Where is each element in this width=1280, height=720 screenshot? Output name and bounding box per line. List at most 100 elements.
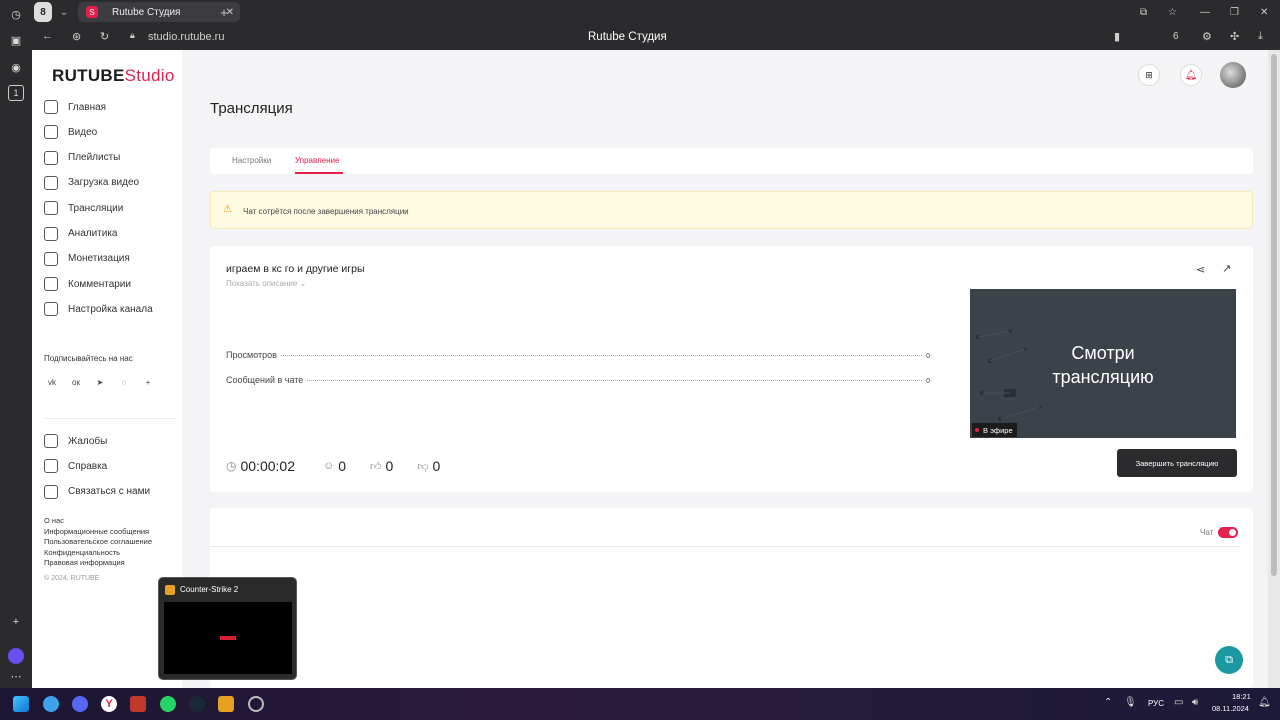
page-scrollbar[interactable] — [1268, 50, 1280, 688]
whatsapp-icon[interactable] — [160, 696, 176, 712]
rutube-studio-logo[interactable]: RUTUBEStudio — [52, 66, 175, 86]
footer-link[interactable]: Информационные сообщения — [44, 527, 149, 536]
obs-icon[interactable] — [248, 696, 264, 712]
extensions-icon[interactable]: ✣ — [1230, 30, 1239, 43]
microphone-icon[interactable]: 🎙︎ — [1124, 697, 1137, 708]
extensions-count[interactable]: 6 — [1173, 31, 1179, 42]
lock-icon: 🔒︎ — [130, 30, 135, 40]
sidebar-item-0[interactable]: Главная — [44, 99, 106, 115]
protect-icon[interactable]: ⊛ — [72, 30, 81, 43]
preview-text: Смотри трансляцию — [1052, 343, 1154, 387]
analytics-icon — [44, 226, 58, 241]
alice-icon[interactable] — [8, 648, 24, 664]
sidebar-item-4[interactable]: Трансляции — [44, 200, 123, 216]
sidebar-item-6[interactable]: Монетизация — [44, 251, 130, 267]
language-indicator[interactable]: РУС — [1148, 699, 1164, 708]
sidebar-item-label: Связаться с нами — [68, 486, 151, 498]
ok-icon[interactable]: ок — [70, 376, 82, 388]
scrollbar-thumb[interactable] — [1271, 54, 1277, 576]
clock-time[interactable]: 18:21 — [1232, 692, 1251, 701]
avatar[interactable] — [1220, 62, 1246, 88]
yandex-browser-icon[interactable]: Y — [101, 696, 117, 712]
bookmark-icon[interactable]: ☆ — [1168, 2, 1182, 22]
reload-icon[interactable]: ↻ — [100, 30, 109, 43]
add-panel-icon[interactable]: + — [8, 614, 24, 630]
more-icon[interactable]: ⋯ — [8, 668, 24, 684]
extension-icon[interactable]: ⚙ — [1202, 30, 1212, 43]
external-link-icon[interactable]: ↗ — [1222, 262, 1231, 275]
start-icon[interactable] — [13, 696, 29, 712]
discord-icon[interactable] — [72, 696, 88, 712]
notifications-icon[interactable]: 🔔︎ — [1258, 697, 1271, 708]
steam-icon[interactable] — [189, 696, 205, 712]
sidebar-item-5[interactable]: Аналитика — [44, 226, 118, 242]
download-icon[interactable]: ⤓ — [1258, 30, 1263, 43]
sidebar-item-label: Трансляции — [68, 202, 124, 214]
minimize-icon[interactable]: — — [1200, 2, 1214, 22]
channel-settings-icon — [44, 302, 58, 317]
sidebar-item-label: Справка — [68, 460, 108, 472]
counter-strike-icon[interactable] — [218, 696, 234, 712]
show-description-link[interactable]: Показать описание ⌄ — [226, 279, 306, 288]
logo-accent: Studio — [124, 66, 175, 85]
footer-link[interactable]: О нас — [44, 516, 64, 525]
support-chat-icon[interactable]: ⧉ — [1215, 646, 1243, 674]
vk-icon[interactable]: vk — [46, 376, 58, 388]
sidebar-item-2[interactable]: Плейлисты — [44, 150, 120, 166]
tab-count-badge[interactable]: 8 — [34, 2, 52, 22]
dislike-icon: 👎︎ — [417, 460, 429, 473]
tab-management[interactable]: Управление — [295, 156, 339, 165]
panel-icon[interactable]: 1 — [8, 85, 24, 101]
sidebar-item-label: Монетизация — [68, 253, 130, 265]
viber-icon[interactable]: ◌ — [118, 376, 130, 388]
page-title: Трансляция — [210, 100, 293, 117]
restore-icon[interactable]: ❐ — [1230, 2, 1244, 22]
tab-settings[interactable]: Настройки — [232, 156, 271, 165]
dislikes-count: 0 — [432, 458, 441, 474]
footer-link[interactable]: Пользовательское соглашение — [44, 537, 152, 546]
bell-icon[interactable]: 🔔︎ — [1180, 64, 1202, 86]
telegram-icon[interactable]: ➤ — [94, 376, 106, 388]
stat-views: Просмотров 0 — [226, 350, 930, 360]
sidebar-item-7[interactable]: Комментарии — [44, 276, 131, 292]
tab-title: Rutube Студия — [112, 6, 181, 18]
sidebar-item-label: Аналитика — [68, 228, 118, 239]
sidebar-item-8[interactable]: Настройка канала — [44, 301, 153, 317]
clock-icon: ◷ — [226, 459, 237, 473]
history-icon[interactable]: ◷ — [8, 6, 24, 22]
collections-icon[interactable]: ▣ — [8, 32, 24, 48]
back-icon[interactable]: ← — [42, 30, 53, 42]
sidebar-item-1[interactable]: Видео — [44, 124, 97, 140]
stream-card: играем в кс го и другие игры Показать оп… — [210, 246, 1253, 492]
logo-main: RUTUBE — [52, 66, 125, 85]
taskbar-preview-popup[interactable]: Counter-Strike 2 — [158, 577, 297, 680]
volume-icon[interactable]: 🔊︎ — [1192, 697, 1198, 708]
chat-toggle[interactable] — [1218, 527, 1238, 538]
collections-icon[interactable]: ⧉ — [1140, 2, 1154, 22]
taskbar: Y ⌃ 🎙︎ РУС ▭ 🔊︎ 18:21 08.11.2024 🔔︎ — [0, 688, 1280, 720]
new-tab-icon[interactable]: + — [216, 2, 232, 22]
close-window-icon[interactable]: ✕ — [1260, 2, 1274, 22]
sidebar-bottom-item-2[interactable]: Связаться с нами — [44, 484, 150, 500]
app-icon[interactable] — [130, 696, 146, 712]
sidebar-item-3[interactable]: Загрузка видео — [44, 175, 139, 191]
chevron-down-icon[interactable]: ⌄ — [56, 2, 72, 22]
sidebar-bottom-item-0[interactable]: Жалобы — [44, 433, 107, 449]
bookmark-page-icon[interactable]: ▮ — [1114, 30, 1120, 43]
chevron-up-icon[interactable]: ⌃ — [1104, 697, 1112, 708]
footer-link[interactable]: Правовая информация — [44, 558, 125, 567]
widgets-icon[interactable] — [43, 696, 59, 712]
footer-link[interactable]: Конфиденциальность — [44, 548, 120, 557]
stream-timer: 00:00:02 — [240, 458, 295, 474]
rutube-favicon-icon: S — [86, 6, 98, 18]
plus-icon[interactable]: + — [142, 376, 154, 388]
share-icon[interactable]: ⋖ — [1196, 263, 1205, 276]
stream-preview[interactable]: Смотри трансляцию В эфире — [970, 289, 1236, 438]
sidebar-bottom-item-1[interactable]: Справка — [44, 458, 107, 474]
upload-plus-icon[interactable]: ⊞ — [1138, 64, 1160, 86]
media-icon[interactable]: ◉ — [8, 59, 24, 75]
network-icon[interactable]: ▭ — [1174, 697, 1183, 708]
url-text[interactable]: studio.rutube.ru — [148, 31, 224, 43]
clock-date[interactable]: 08.11.2024 — [1212, 704, 1249, 713]
end-stream-button[interactable]: Завершить трансляцию — [1117, 449, 1237, 477]
